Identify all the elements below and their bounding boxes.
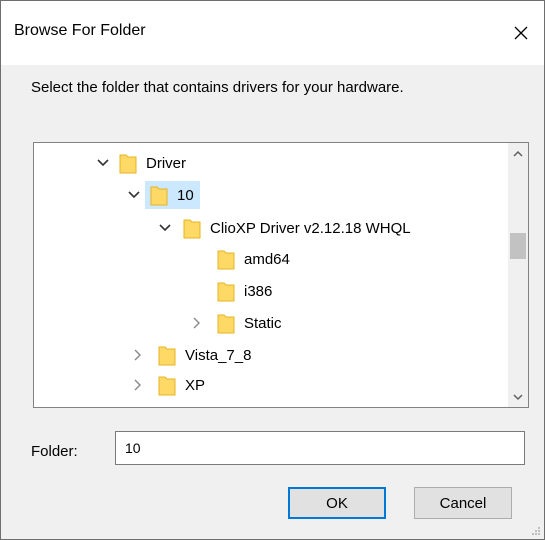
resize-grip-icon[interactable] (531, 526, 541, 536)
tree-item-label: Driver (146, 154, 186, 172)
instruction-text: Select the folder that contains drivers … (31, 79, 404, 96)
chevron-up-icon (513, 150, 523, 157)
chevron-down-icon (97, 159, 109, 167)
folder-tree[interactable]: Driver 10 ClioXP Driver v2.12.18 WHQL am… (33, 142, 529, 408)
scroll-down-button[interactable] (508, 387, 528, 407)
chevron-down-icon (128, 191, 140, 199)
chevron-down-icon (159, 224, 171, 232)
chevron-right-icon (193, 317, 200, 329)
chevron-right-icon (134, 379, 141, 391)
folder-icon (157, 372, 177, 398)
tree-item-10[interactable]: 10 (123, 181, 200, 209)
folder-icon (216, 246, 236, 272)
folder-icon (182, 215, 202, 241)
folder-icon (216, 278, 236, 304)
folder-input[interactable] (115, 431, 525, 465)
tree-item-label: Vista_7_8 (185, 346, 252, 364)
tree-item-label: amd64 (244, 250, 290, 268)
expander-expanded[interactable] (123, 181, 145, 209)
expander-collapsed[interactable] (127, 371, 149, 399)
selection-highlight: 10 (145, 181, 200, 209)
dialog-title: Browse For Folder (14, 22, 146, 39)
chevron-down-icon (513, 393, 523, 400)
chevron-right-icon (134, 349, 141, 361)
expander-collapsed[interactable] (127, 341, 149, 369)
folder-icon (216, 310, 236, 336)
tree-item-vista-7-8[interactable]: Vista_7_8 (127, 341, 253, 369)
title-bar: Browse For Folder (1, 1, 544, 65)
expander-expanded[interactable] (154, 214, 176, 242)
scroll-up-button[interactable] (508, 143, 528, 163)
expander-collapsed[interactable] (186, 309, 208, 337)
tree-item-driver[interactable]: Driver (92, 149, 188, 177)
folder-field-label: Folder: (31, 443, 78, 460)
close-button[interactable] (498, 1, 544, 65)
vertical-scrollbar[interactable] (508, 143, 528, 407)
expander-expanded[interactable] (92, 149, 114, 177)
folder-icon (157, 342, 177, 368)
browse-for-folder-dialog: Browse For Folder Select the folder that… (0, 0, 545, 540)
tree-item-label: i386 (244, 282, 273, 300)
tree-item-amd64[interactable]: amd64 (212, 245, 292, 273)
tree-item-static[interactable]: Static (186, 309, 284, 337)
scrollbar-thumb[interactable] (510, 233, 526, 259)
tree-item-label: ClioXP Driver v2.12.18 WHQL (210, 219, 411, 237)
tree-item-label: XP (185, 376, 206, 394)
folder-icon (118, 150, 138, 176)
cancel-button[interactable]: Cancel (414, 487, 512, 519)
tree-item-i386[interactable]: i386 (212, 277, 274, 305)
tree-item-label: 10 (177, 186, 194, 204)
tree-item-label: Static (244, 314, 282, 332)
close-icon (514, 26, 528, 40)
tree-item-clioxp-driver[interactable]: ClioXP Driver v2.12.18 WHQL (154, 214, 413, 242)
tree-item-xp[interactable]: XP (127, 371, 207, 399)
ok-button[interactable]: OK (288, 487, 386, 519)
folder-icon (149, 182, 169, 208)
